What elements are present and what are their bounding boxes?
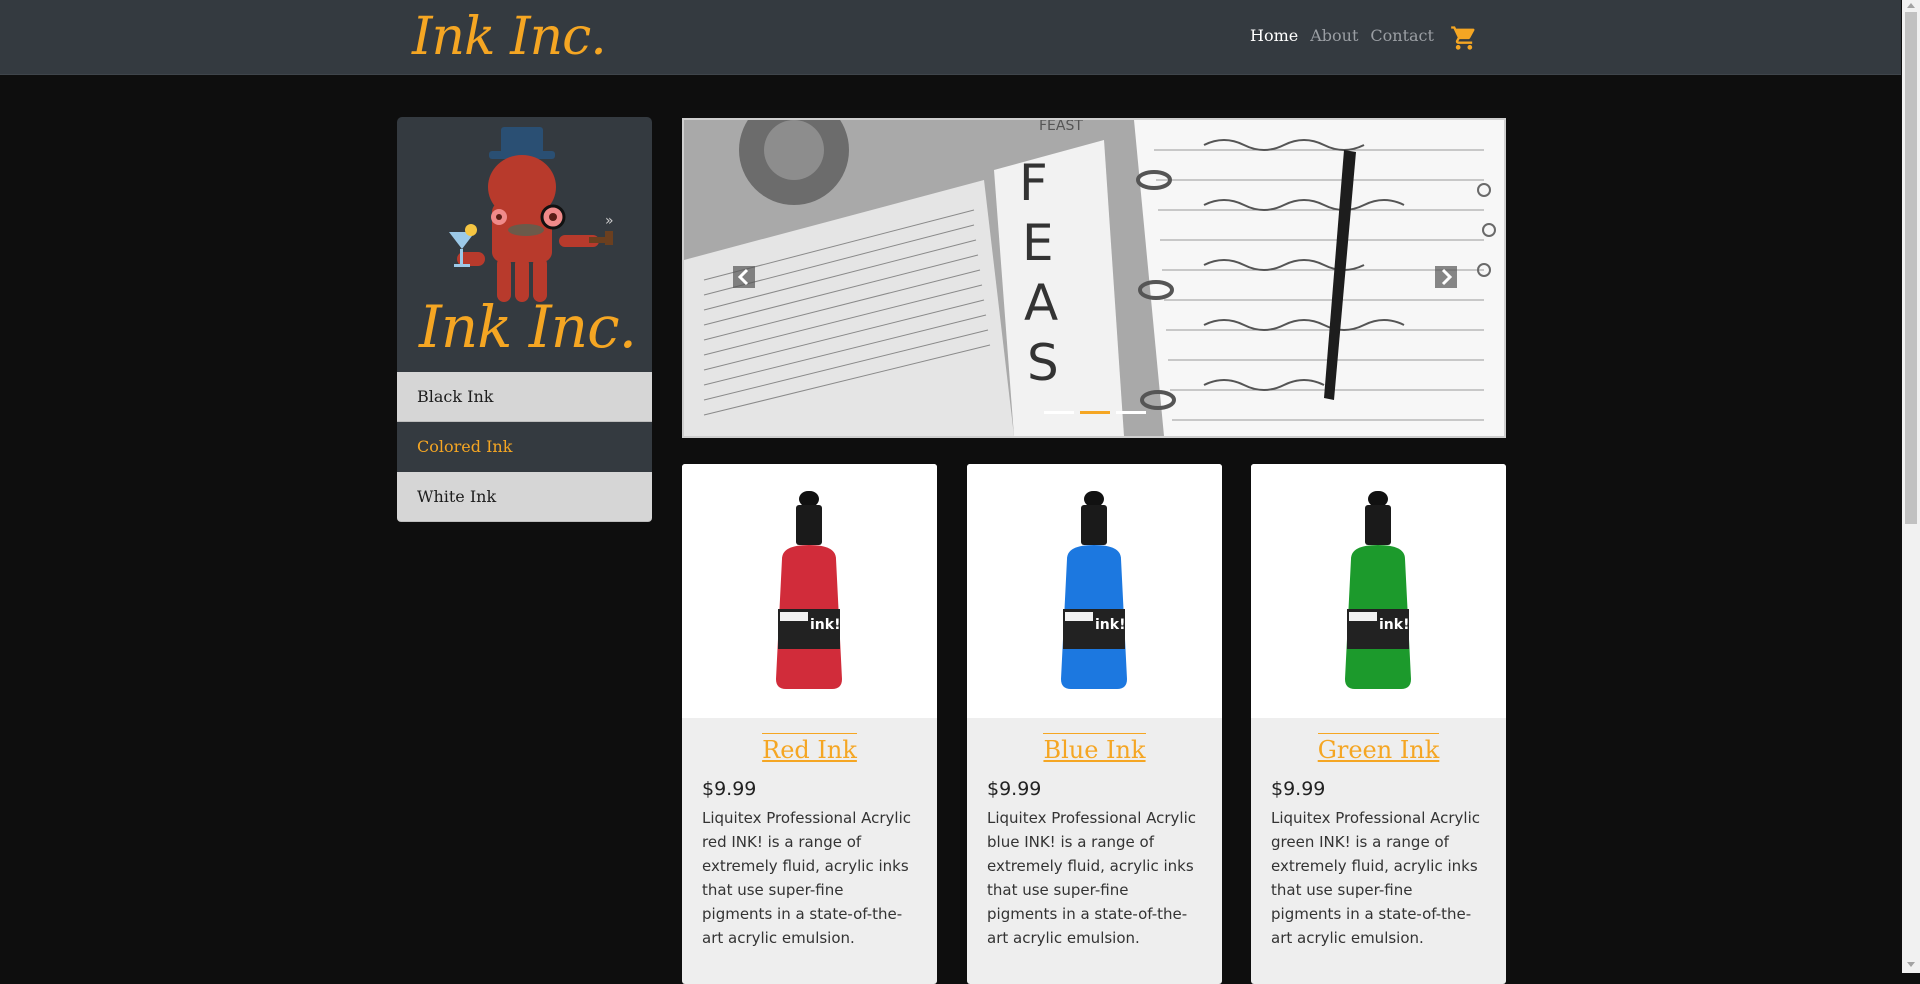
sidebar-logo: » Ink Inc. <box>397 117 652 372</box>
svg-text:E: E <box>1022 214 1054 272</box>
scroll-up-icon[interactable] <box>1907 3 1915 8</box>
product-title-green-ink[interactable]: Green Ink <box>1317 733 1440 764</box>
carousel-indicators <box>1044 411 1146 414</box>
top-navbar: Ink Inc. Home About Contact <box>0 0 1901 75</box>
sidebar-item-white-ink[interactable]: White Ink <box>397 472 652 522</box>
scroll-down-icon[interactable] <box>1907 962 1915 967</box>
svg-text:ink!: ink! <box>1095 617 1125 633</box>
category-sidebar: » Ink Inc. Black Ink Colored Ink White I… <box>397 117 652 522</box>
carousel-indicator-2[interactable] <box>1080 411 1110 414</box>
chevron-right-icon[interactable] <box>1435 266 1457 288</box>
octopus-mascot-icon: » <box>449 127 614 302</box>
svg-text:ink!: ink! <box>810 617 840 633</box>
product-price: $9.99 <box>987 778 1042 800</box>
nav-home-link[interactable]: Home <box>1250 26 1298 45</box>
nav-links: Home About Contact <box>1250 26 1446 45</box>
product-title-red-ink[interactable]: Red Ink <box>762 733 857 764</box>
carousel-slide-image: F E A S FEAST <box>684 120 1504 436</box>
product-card-blue-ink: ink! Blue Ink $9.99 Liquitex Professiona… <box>967 464 1222 984</box>
carousel-indicator-3[interactable] <box>1116 411 1146 414</box>
nav-contact-link[interactable]: Contact <box>1370 26 1434 45</box>
product-image-blue-ink[interactable]: ink! <box>967 464 1222 718</box>
svg-text:S: S <box>1027 334 1059 392</box>
carousel-indicator-1[interactable] <box>1044 411 1074 414</box>
ink-bottle-icon: ink! <box>1061 491 1127 689</box>
chevron-left-icon[interactable] <box>733 266 755 288</box>
sidebar-item-black-ink[interactable]: Black Ink <box>397 372 652 422</box>
svg-text:A: A <box>1024 274 1058 332</box>
sidebar-item-colored-ink[interactable]: Colored Ink <box>397 422 652 472</box>
product-description: Liquitex Professional Acrylic red INK! i… <box>702 809 911 947</box>
product-description: Liquitex Professional Acrylic green INK!… <box>1271 809 1480 947</box>
product-image-green-ink[interactable]: ink! <box>1251 464 1506 718</box>
ink-bottle-icon: ink! <box>776 491 842 689</box>
svg-text:ink!: ink! <box>1379 617 1409 633</box>
product-price: $9.99 <box>1271 778 1326 800</box>
brand-logo[interactable]: Ink Inc. <box>412 4 607 70</box>
ink-bottle-icon: ink! <box>1345 491 1411 689</box>
page-scrollbar[interactable] <box>1902 0 1920 973</box>
product-card-red-ink: ink! Red Ink $9.99 Liquitex Professional… <box>682 464 937 984</box>
product-price: $9.99 <box>702 778 757 800</box>
svg-text:FEAST: FEAST <box>1039 120 1083 134</box>
nav-about-link[interactable]: About <box>1310 26 1358 45</box>
sidebar-logo-text: Ink Inc. <box>419 293 637 361</box>
shopping-cart-icon[interactable] <box>1450 24 1478 52</box>
svg-text:F: F <box>1019 154 1048 212</box>
product-image-red-ink[interactable]: ink! <box>682 464 937 718</box>
scrollbar-thumb[interactable] <box>1905 12 1917 524</box>
product-title-blue-ink[interactable]: Blue Ink <box>1043 733 1146 764</box>
svg-text:»: » <box>605 213 614 229</box>
product-description: Liquitex Professional Acrylic blue INK! … <box>987 809 1196 947</box>
product-card-green-ink: ink! Green Ink $9.99 Liquitex Profession… <box>1251 464 1506 984</box>
image-carousel[interactable]: F E A S FEAST <box>682 118 1506 438</box>
